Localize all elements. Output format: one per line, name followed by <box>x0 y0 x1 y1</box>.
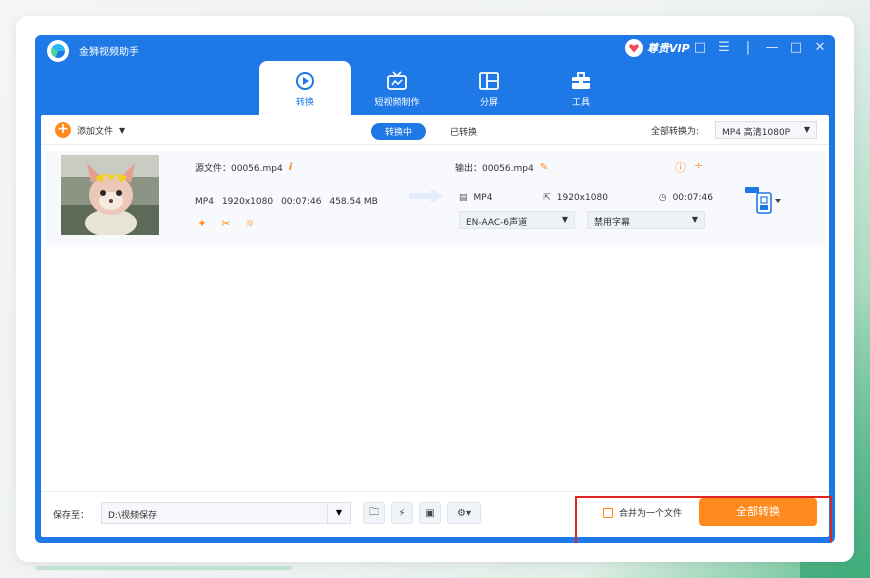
app-title: 金狮视频助手 <box>79 47 139 58</box>
output-file-name: 输出：00056.mp4 ✎ <box>455 161 548 174</box>
tab-convert[interactable]: 转换 <box>259 61 351 115</box>
settings-gear-icon[interactable]: ⚙▾ <box>447 502 481 524</box>
vip-heart-icon <box>625 39 643 57</box>
magic-wand-icon[interactable]: ✦ <box>195 217 209 231</box>
save-path-input[interactable]: D:\视频保存 <box>101 502 351 524</box>
tab-short-video[interactable]: 短视频制作 <box>351 61 443 115</box>
source-size: 458.54 MB <box>329 197 378 207</box>
compress-icon[interactable]: ÷ <box>694 159 703 175</box>
video-thumbnail[interactable] <box>61 155 159 235</box>
source-duration: 00:07:46 <box>281 197 322 207</box>
subtitle-select[interactable]: 禁用字幕 ▼ <box>587 211 705 229</box>
maximize-icon[interactable]: □ <box>789 39 803 57</box>
alert-icon[interactable]: ⓘ <box>675 159 686 175</box>
vip-button[interactable]: 尊贵VIP <box>625 39 690 57</box>
merge-label: 合并为一个文件 <box>619 509 683 519</box>
output-meta: ▤ MP4 ⇱ 1920x1080 ◷ 00:07:46 <box>459 193 713 203</box>
menu-icon[interactable]: ☰ <box>717 39 731 57</box>
toolbox-icon <box>570 71 592 91</box>
subtitle-value: 禁用字幕 <box>594 218 631 228</box>
app-logo-icon <box>47 40 69 62</box>
save-to-label: 保存至： <box>53 511 90 521</box>
source-format: MP4 <box>195 197 214 207</box>
convert-all-label: 全部转换为: <box>651 127 700 137</box>
convert-all-button[interactable]: 全部转换 <box>699 498 817 526</box>
toolbar: + 添加文件 ▼ 转换中 已转换 全部转换为: MP4 高清1080P ▼ <box>41 115 829 145</box>
output-duration-item: ◷ 00:07:46 <box>659 193 713 203</box>
convert-icon <box>294 71 316 91</box>
source-name-text: 源文件：00056.mp4 <box>195 164 283 174</box>
convert-panel: + 添加文件 ▼ 转换中 已转换 全部转换为: MP4 高清1080P ▼ 源文… <box>41 115 832 543</box>
tab-converted[interactable]: 已转换 <box>450 125 477 138</box>
palette-icon[interactable]: ☼ <box>243 217 257 231</box>
output-resolution: 1920x1080 <box>556 193 608 203</box>
source-file-name: 源文件：00056.mp4 i <box>195 161 292 174</box>
output-format-select[interactable]: MP4 高清1080P ▼ <box>715 121 817 139</box>
audio-track-value: EN-AAC-6声道 <box>466 218 528 228</box>
arrow-right-icon <box>409 189 443 203</box>
clock-icon: ◷ <box>658 193 667 203</box>
chevron-down-icon[interactable]: ▼ <box>119 126 125 135</box>
film-icon: ▤ <box>459 193 468 203</box>
title-bar: 金狮视频助手 尊贵VIP □ ☰ | — □ ✕ 转换 短视频制作 分屏 工具 <box>35 35 835 115</box>
tab-split-screen[interactable]: 分屏 <box>443 61 535 115</box>
close-icon[interactable]: ✕ <box>813 39 827 57</box>
tab-label: 分屏 <box>479 98 498 108</box>
add-file-button[interactable]: + 添加文件 ▼ <box>55 122 125 138</box>
output-format-item: ▤ MP4 <box>459 193 492 203</box>
plus-icon: + <box>55 122 71 138</box>
output-name-text: 输出：00056.mp4 <box>455 164 534 174</box>
output-actions: ⓘ ÷ <box>675 159 703 175</box>
background-bar <box>36 566 292 570</box>
minimize-icon[interactable]: — <box>765 39 779 57</box>
track-selects: EN-AAC-6声道 ▼ 禁用字幕 ▼ <box>459 211 705 229</box>
tab-label: 转换 <box>295 98 314 108</box>
tab-label: 工具 <box>571 98 590 108</box>
output-duration: 00:07:46 <box>672 193 713 203</box>
tab-label: 短视频制作 <box>374 98 420 108</box>
resize-icon: ⇱ <box>543 193 551 203</box>
chevron-down-icon: ▼ <box>803 125 810 134</box>
source-tools: ✦ ✂ ☼ <box>195 217 257 231</box>
bottom-bar: 保存至： D:\视频保存 ▼ 🗀 ⚡ ▣ ⚙▾ 合并为一个文件 全部转换 <box>41 491 832 543</box>
list-item: 源文件：00056.mp4 i MP4 1920x1080 00:07:46 4… <box>45 151 825 247</box>
merge-files-option[interactable]: 合并为一个文件 <box>603 506 682 519</box>
chevron-down-icon: ▼ <box>561 215 568 224</box>
split-screen-icon <box>478 71 500 91</box>
info-icon[interactable]: i <box>289 162 292 173</box>
window-controls: □ ☰ | — □ ✕ <box>693 39 827 57</box>
tab-tools[interactable]: 工具 <box>535 61 627 115</box>
app-window: 金狮视频助手 尊贵VIP □ ☰ | — □ ✕ 转换 短视频制作 分屏 工具 … <box>35 35 835 543</box>
folder-icon[interactable]: 🗀 <box>363 502 385 524</box>
source-resolution: 1920x1080 <box>221 197 274 207</box>
output-format: MP4 <box>473 193 493 203</box>
output-device-icon[interactable] <box>745 179 785 219</box>
tv-icon <box>386 71 408 91</box>
format-value: MP4 高清1080P <box>722 128 791 138</box>
add-file-label: 添加文件 <box>77 126 114 137</box>
tab-converting[interactable]: 转换中 <box>371 123 427 140</box>
lightning-off-icon[interactable]: ⚡ <box>391 502 413 524</box>
chevron-down-icon[interactable]: ▼ <box>327 502 351 524</box>
output-resolution-item: ⇱ 1920x1080 <box>543 193 608 203</box>
edit-icon[interactable]: ✎ <box>540 162 548 173</box>
source-meta: MP4 1920x1080 00:07:46 458.54 MB <box>195 197 378 207</box>
status-segment: 转换中 已转换 <box>371 123 477 140</box>
merge-checkbox[interactable] <box>603 507 613 518</box>
vip-label: 尊贵VIP <box>647 42 690 55</box>
gpu-on-icon[interactable]: ▣ <box>419 502 441 524</box>
chevron-down-icon: ▼ <box>691 215 698 224</box>
scissors-icon[interactable]: ✂ <box>219 217 233 231</box>
main-tabs: 转换 短视频制作 分屏 工具 <box>259 61 627 115</box>
separator: | <box>745 40 751 55</box>
audio-track-select[interactable]: EN-AAC-6声道 ▼ <box>459 211 575 229</box>
message-icon[interactable]: □ <box>693 39 707 57</box>
